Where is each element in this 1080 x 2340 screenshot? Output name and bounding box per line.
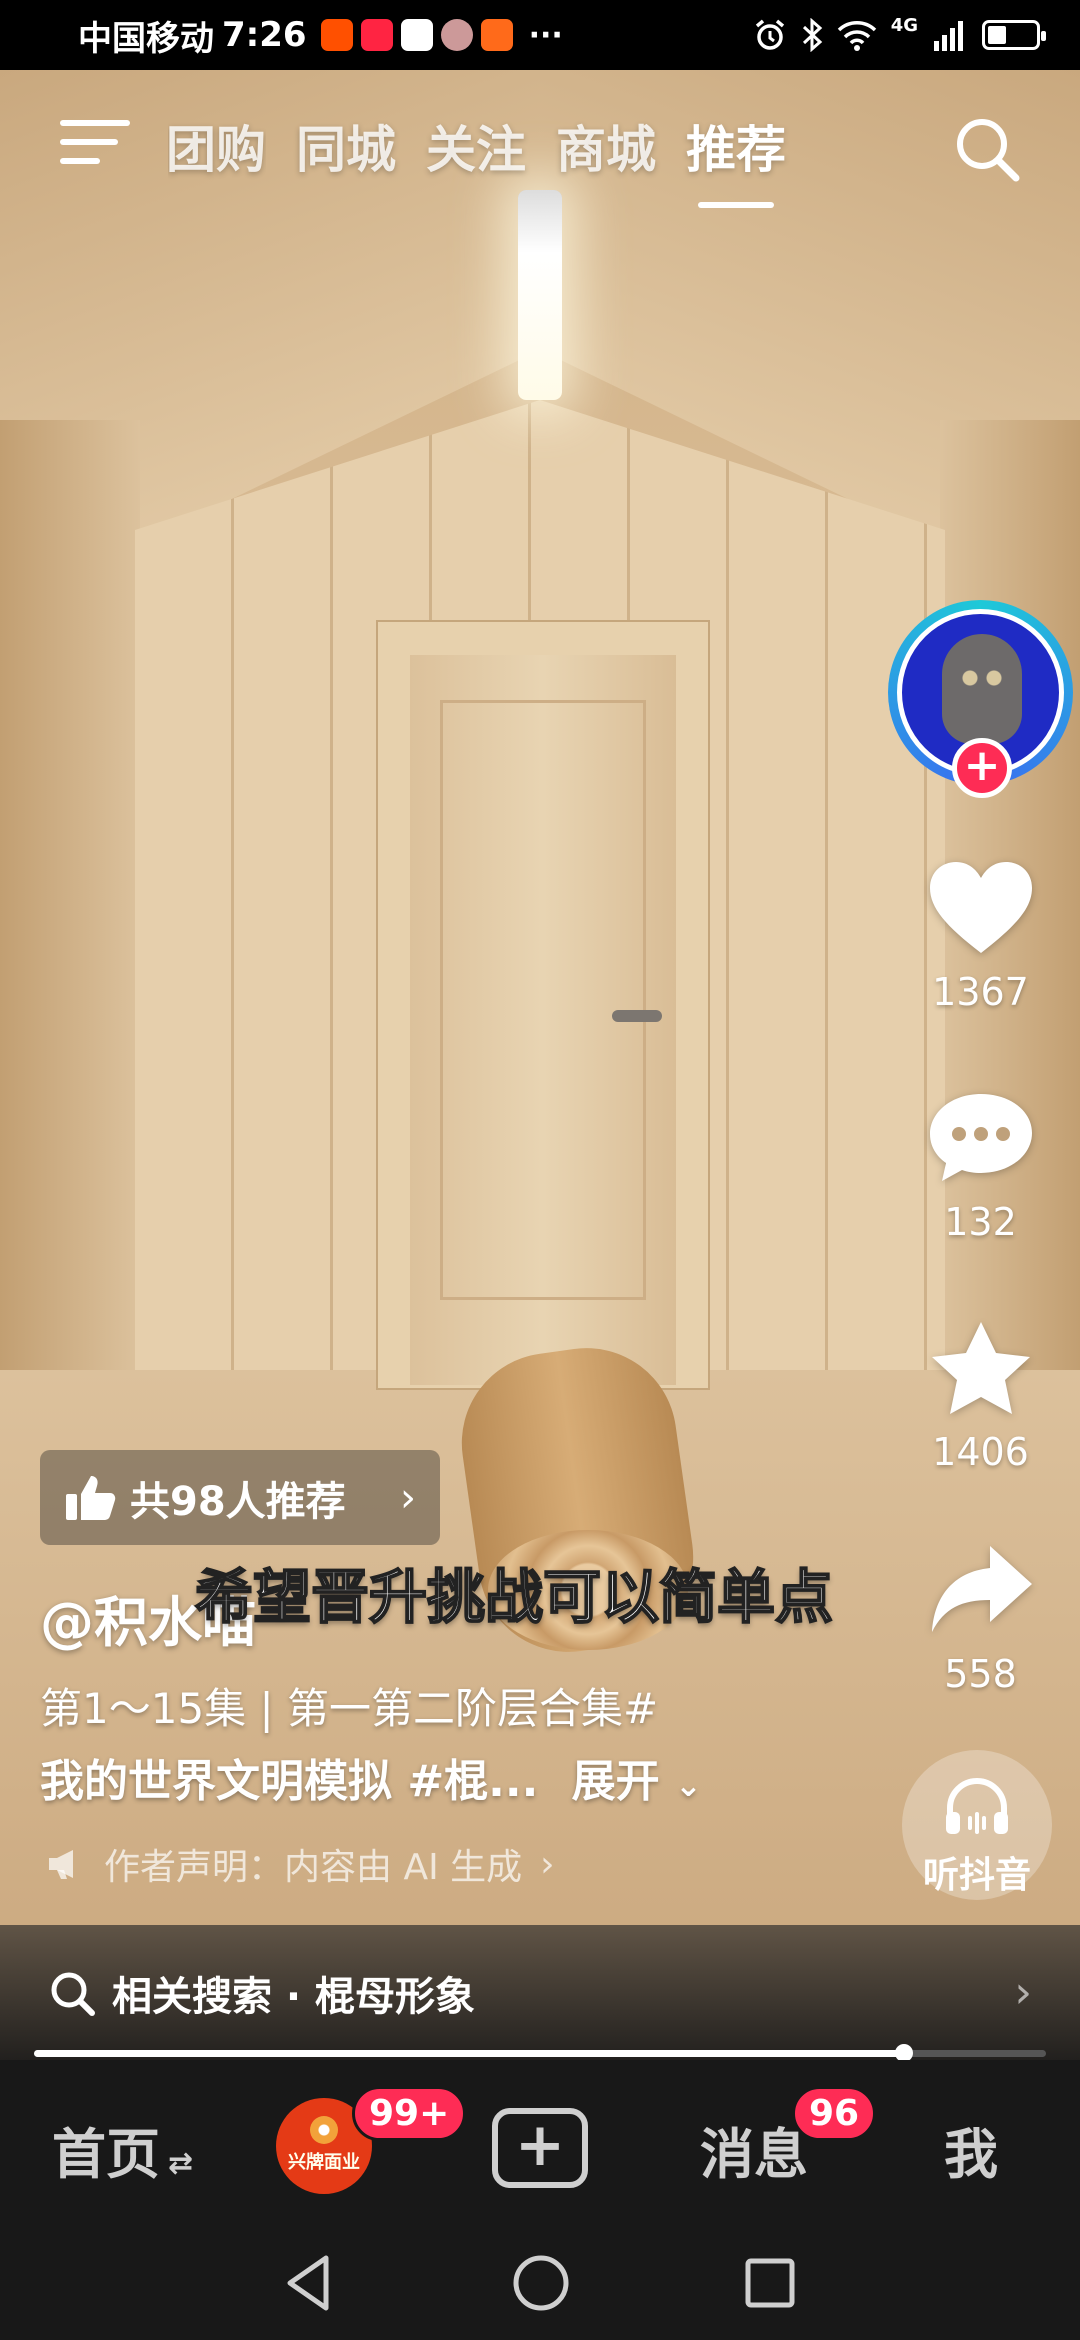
status-bar: 中国移动 7:26 ··· 4G bbox=[0, 0, 1080, 70]
nav-home-label: 首页 bbox=[52, 2123, 160, 2186]
like-button[interactable]: 1367 bbox=[888, 858, 1073, 1014]
search-icon bbox=[51, 1972, 95, 2016]
ai-disclaimer[interactable]: 作者声明：内容由 AI 生成 › bbox=[46, 1838, 555, 1890]
favorite-button[interactable]: 1406 bbox=[888, 1318, 1073, 1474]
video-progress-bar[interactable] bbox=[34, 2044, 1046, 2062]
door-handle bbox=[612, 1010, 662, 1022]
comment-count: 132 bbox=[944, 1200, 1017, 1244]
chevron-down-icon: ⌄ bbox=[675, 1766, 702, 1804]
related-search-text: 相关搜索 · 棍母形象 bbox=[112, 1973, 476, 2020]
related-search-bar[interactable]: 相关搜索 · 棍母形象 › bbox=[0, 1925, 1080, 2060]
listen-label: 听抖音 bbox=[922, 1855, 1031, 1896]
shop-badge: 99+ bbox=[352, 2086, 467, 2141]
taobao-icon bbox=[320, 19, 353, 51]
like-count: 1367 bbox=[932, 970, 1029, 1014]
alarm-icon bbox=[755, 19, 784, 50]
recommend-pill[interactable]: 共98人推荐 › bbox=[40, 1450, 440, 1545]
switch-icon: ⇄ bbox=[168, 2146, 194, 2181]
ceiling-light bbox=[518, 190, 562, 400]
search-icon[interactable] bbox=[952, 114, 1022, 184]
tab-nearby[interactable]: 同城 bbox=[296, 110, 396, 182]
menu-icon[interactable] bbox=[60, 120, 130, 176]
share-icon bbox=[931, 1546, 1032, 1632]
heart-icon bbox=[929, 862, 1032, 953]
progress-fill bbox=[34, 2050, 905, 2057]
system-navigation bbox=[0, 2230, 1080, 2340]
headphones-icon bbox=[946, 1778, 1008, 1834]
game-icon bbox=[480, 19, 513, 51]
ai-disclaimer-text: 作者声明：内容由 AI 生成 bbox=[104, 1847, 523, 1888]
chevron-right-icon: › bbox=[1014, 1967, 1032, 2018]
comment-icon bbox=[929, 1094, 1032, 1181]
bluetooth-icon bbox=[802, 18, 822, 52]
messages-badge: 96 bbox=[792, 2086, 877, 2141]
video-description-line2[interactable]: 我的世界文明模拟 #棍... 展开 ⌄ bbox=[40, 1745, 702, 1809]
tab-recommend[interactable]: 推荐 bbox=[686, 110, 786, 208]
shield-icon bbox=[400, 19, 433, 51]
chevron-right-icon: › bbox=[540, 1843, 555, 1885]
follow-button[interactable]: + bbox=[952, 738, 1012, 798]
shop-logo-text: 兴牌面业 bbox=[288, 2152, 360, 2173]
tab-group-buy[interactable]: 团购 bbox=[168, 110, 266, 182]
network-type: 4G bbox=[890, 14, 918, 36]
recommend-text: 共98人推荐 bbox=[130, 1478, 346, 1525]
star-icon bbox=[931, 1322, 1030, 1414]
carrier-name: 中国移动 bbox=[78, 18, 214, 59]
notification-icons bbox=[320, 19, 513, 51]
tab-following[interactable]: 关注 bbox=[426, 110, 526, 182]
video-subtitle: 希望晋升挑战可以简单点 bbox=[194, 1562, 834, 1632]
cat-avatar-image bbox=[942, 634, 1022, 744]
wifi-icon bbox=[837, 21, 876, 51]
avatar-icon bbox=[440, 19, 473, 51]
home-icon[interactable] bbox=[510, 2252, 572, 2314]
share-count: 558 bbox=[944, 1652, 1017, 1696]
back-icon[interactable] bbox=[280, 2252, 340, 2314]
xiaohongshu-icon bbox=[360, 19, 393, 51]
thumbs-up-icon bbox=[66, 1475, 116, 1520]
nav-home[interactable]: 首页 ⇄ bbox=[52, 2110, 193, 2189]
feed-tabs: 团购 同城 关注 商城 推荐 bbox=[168, 110, 786, 208]
expand-button[interactable]: 展开 bbox=[572, 1756, 660, 1807]
recents-icon[interactable] bbox=[742, 2252, 798, 2314]
door-panel bbox=[440, 700, 646, 1300]
bottom-navigation: 首页 ⇄ 兴牌面业 99+ + 消息 96 我 bbox=[0, 2060, 1080, 2230]
battery-icon bbox=[982, 20, 1046, 50]
system-icons: 4G bbox=[753, 14, 1046, 52]
nav-messages[interactable]: 消息 bbox=[700, 2110, 808, 2189]
comment-button[interactable]: 132 bbox=[888, 1088, 1073, 1244]
nav-me[interactable]: 我 bbox=[944, 2110, 998, 2189]
chevron-right-icon: › bbox=[400, 1474, 416, 1521]
top-navigation: 团购 同城 关注 商城 推荐 bbox=[0, 110, 1080, 208]
video-description-line1[interactable]: 第1～15集 | 第一第二阶层合集# bbox=[40, 1675, 658, 1736]
favorite-count: 1406 bbox=[932, 1430, 1029, 1474]
description-text: 我的世界文明模拟 #棍... bbox=[40, 1756, 539, 1807]
share-button[interactable]: 558 bbox=[888, 1540, 1073, 1696]
listen-douyin-button[interactable]: 听抖音 bbox=[902, 1750, 1052, 1900]
status-time: 7:26 bbox=[222, 15, 307, 55]
create-button[interactable]: + bbox=[492, 2108, 588, 2188]
tab-mall[interactable]: 商城 bbox=[556, 110, 656, 182]
signal-icon bbox=[934, 21, 963, 51]
more-notifications: ··· bbox=[528, 17, 563, 53]
megaphone-icon bbox=[49, 1850, 73, 1879]
